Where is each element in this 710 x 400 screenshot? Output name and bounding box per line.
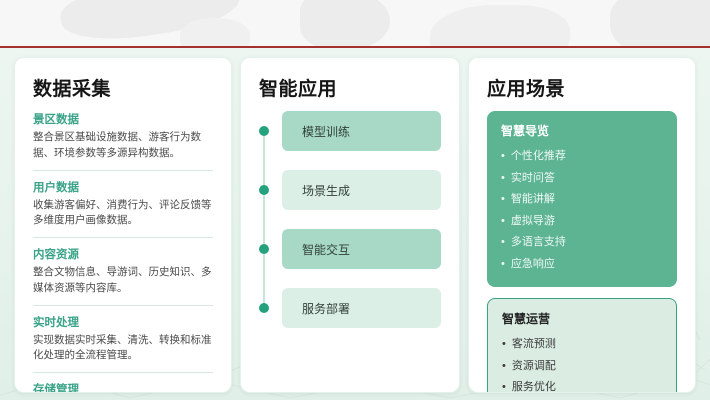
list-item-label: 资源调配 [512,357,556,373]
data-section-user: 用户数据 收集游客偏好、消费行为、评论反馈等多维度用户画像数据。 [33,179,213,230]
section-text: 实现数据实时采集、清洗、转换和标准化处理的全流程管理。 [33,333,213,365]
smart-guide-title: 智慧导览 [501,122,663,139]
timeline-step-bar: 服务部署 [282,288,441,328]
section-text: 收集游客偏好、消费行为、评论反馈等多维度用户画像数据。 [33,198,213,230]
smart-guide-card: 智慧导览 • 个性化推荐 • 实时问答 • 智能讲解 • 虚拟导游 • 多语言支… [487,111,677,287]
timeline-dot [259,244,269,254]
list-item: • 实时问答 [501,169,663,185]
section-label: 用户数据 [33,179,213,195]
bullet-icon: • [502,381,506,393]
timeline-step-bar: 模型训练 [282,111,441,151]
list-item: • 服务优化 [502,378,662,393]
list-item-label: 应急响应 [511,255,555,271]
section-divider [33,237,213,238]
bullet-icon: • [502,338,506,350]
smart-operations-card: 智慧运营 • 客流预测 • 资源调配 • 服务优化 • 体验提升 • 安全管理 [487,298,677,393]
application-scenarios-card: 应用场景 智慧导览 • 个性化推荐 • 实时问答 • 智能讲解 • 虚拟导游 •… [468,57,696,393]
data-section-scenic: 景区数据 整合景区基础设施数据、游客行为数据、环境参数等多源异构数据。 [33,111,213,162]
timeline-dot [259,303,269,313]
application-timeline: 模型训练 场景生成 智能交互 服务部署 [259,111,441,328]
data-section-content: 内容资源 整合文物信息、导游词、历史知识、多媒体资源等内容库。 [33,246,213,297]
section-divider [33,305,213,306]
application-scenarios-title: 应用场景 [487,74,677,101]
map-landmass-shape [610,0,710,46]
list-item-label: 实时问答 [511,169,555,185]
bullet-icon: • [501,172,505,184]
list-item-label: 虚拟导游 [511,212,555,228]
section-text: 整合文物信息、导游词、历史知识、多媒体资源等内容库。 [33,265,213,297]
timeline-step-intelligent-interaction: 智能交互 [259,229,441,269]
section-divider [33,372,213,373]
bullet-icon: • [502,360,506,372]
map-landmass-shape [180,18,250,46]
smart-operations-title: 智慧运营 [502,310,662,327]
list-item-label: 多语言支持 [511,233,566,249]
timeline-step-service-deployment: 服务部署 [259,288,441,328]
world-map-banner [0,0,710,46]
section-label: 存储管理 [33,381,213,393]
intelligent-application-card: 智能应用 模型训练 场景生成 智能交互 服务部署 [240,57,460,393]
section-text: 整合景区基础设施数据、游客行为数据、环境参数等多源异构数据。 [33,130,213,162]
slide-body: 数据采集 景区数据 整合景区基础设施数据、游客行为数据、环境参数等多源异构数据。… [0,48,710,400]
intelligent-application-title: 智能应用 [259,74,441,101]
list-item: • 虚拟导游 [501,212,663,228]
timeline-dot [259,126,269,136]
list-item-label: 客流预测 [512,335,556,351]
list-item: • 智能讲解 [501,190,663,206]
timeline-step-bar: 场景生成 [282,170,441,210]
section-label: 内容资源 [33,246,213,262]
data-section-realtime: 实时处理 实现数据实时采集、清洗、转换和标准化处理的全流程管理。 [33,314,213,365]
timeline-dot [259,185,269,195]
bullet-icon: • [501,215,505,227]
timeline-connector-line [263,131,265,309]
bullet-icon: • [501,236,505,248]
list-item: • 个性化推荐 [501,147,663,163]
data-collection-title: 数据采集 [33,74,213,101]
list-item: • 客流预测 [502,335,662,351]
list-item: • 多语言支持 [501,233,663,249]
list-item: • 应急响应 [501,255,663,271]
list-item-label: 个性化推荐 [511,147,566,163]
map-landmass-shape [300,0,390,46]
bullet-icon: • [501,258,505,270]
data-section-storage: 存储管理 构建分布式数据存储架构，确保数据的安全性、可用性和可扩展性。 [33,381,213,393]
bullet-icon: • [501,193,505,205]
timeline-step-bar: 智能交互 [282,229,441,269]
list-item-label: 服务优化 [512,378,556,393]
section-label: 实时处理 [33,314,213,330]
timeline-step-scene-generation: 场景生成 [259,170,441,210]
section-divider [33,170,213,171]
timeline-step-model-training: 模型训练 [259,111,441,151]
data-collection-card: 数据采集 景区数据 整合景区基础设施数据、游客行为数据、环境参数等多源异构数据。… [14,57,232,393]
map-landmass-shape [430,5,570,46]
list-item-label: 智能讲解 [511,190,555,206]
bullet-icon: • [501,150,505,162]
section-label: 景区数据 [33,111,213,127]
list-item: • 资源调配 [502,357,662,373]
